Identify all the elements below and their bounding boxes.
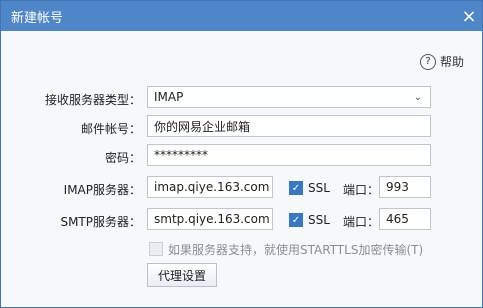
email-label: 邮件帐号： [80, 122, 141, 136]
email-value: 你的网易企业邮箱 [154, 119, 251, 134]
proxy-settings-button[interactable]: 代理设置 [147, 263, 217, 287]
imap-server-value: imap.qiye.163.com [154, 180, 270, 194]
imap-label: IMAP服务器： [63, 183, 141, 197]
smtp-port-input[interactable]: 465 [379, 208, 431, 230]
receive-type-select[interactable]: IMAP ⌄ [147, 86, 431, 108]
imap-ssl-label: SSL [308, 181, 330, 195]
receive-type-value: IMAP [154, 90, 184, 104]
password-label: 密码： [104, 151, 141, 165]
password-input[interactable]: ********* [147, 144, 431, 166]
close-icon[interactable]: × [456, 3, 482, 29]
smtp-ssl-label: SSL [308, 213, 330, 227]
dialog-title: 新建帐号 [11, 10, 64, 26]
smtp-server-value: smtp.qiye.163.com [154, 212, 270, 226]
email-input[interactable]: 你的网易企业邮箱 [147, 115, 431, 137]
help-label: 帮助 [439, 55, 464, 69]
imap-port-value: 993 [386, 180, 409, 194]
smtp-port-value: 465 [386, 212, 409, 226]
help-link[interactable]: ? 帮助 [419, 53, 464, 70]
help-icon: ? [419, 53, 436, 70]
smtp-server-input[interactable]: smtp.qiye.163.com [147, 208, 273, 230]
imap-ssl-checkbox[interactable]: ✓ [289, 181, 303, 195]
imap-port-input[interactable]: 993 [379, 176, 431, 198]
smtp-label: SMTP服务器： [60, 215, 141, 229]
new-account-dialog: 新建帐号 × ? 帮助 接收服务器类型： IMAP ⌄ 邮件帐号： 你的网易企业… [0, 0, 483, 308]
imap-port-label: 端口： [343, 183, 380, 197]
imap-server-input[interactable]: imap.qiye.163.com [147, 176, 273, 198]
titlebar: 新建帐号 × [1, 1, 482, 31]
starttls-checkbox[interactable]: ✓ [149, 242, 163, 256]
password-value: ********* [154, 148, 208, 162]
chevron-down-icon: ⌄ [413, 91, 422, 103]
receive-type-label: 接收服务器类型： [44, 93, 141, 107]
dialog-content: ? 帮助 接收服务器类型： IMAP ⌄ 邮件帐号： 你的网易企业邮箱 密码： … [1, 31, 482, 307]
starttls-label: 如果服务器支持，就使用STARTTLS加密传输(T) [168, 243, 424, 257]
smtp-ssl-checkbox[interactable]: ✓ [289, 213, 303, 227]
smtp-port-label: 端口： [343, 215, 380, 229]
